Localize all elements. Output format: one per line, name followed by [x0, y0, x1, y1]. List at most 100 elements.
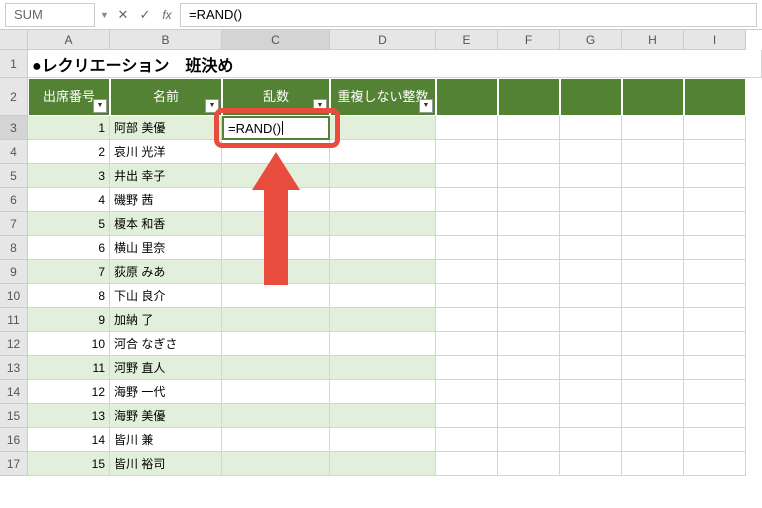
cell-num[interactable]: 7 — [28, 260, 110, 284]
cell[interactable] — [684, 78, 746, 116]
cell[interactable] — [560, 452, 622, 476]
cell[interactable] — [436, 332, 498, 356]
cell[interactable] — [498, 188, 560, 212]
cell[interactable] — [622, 116, 684, 140]
cell-num[interactable]: 14 — [28, 428, 110, 452]
cell[interactable] — [684, 332, 746, 356]
cell[interactable] — [498, 404, 560, 428]
cell[interactable] — [436, 140, 498, 164]
cell[interactable] — [622, 308, 684, 332]
cell[interactable] — [560, 428, 622, 452]
cell[interactable] — [222, 428, 330, 452]
cell[interactable] — [498, 140, 560, 164]
row-header-11[interactable]: 11 — [0, 308, 28, 332]
cell[interactable] — [560, 140, 622, 164]
cell[interactable] — [684, 260, 746, 284]
cell-num[interactable]: 2 — [28, 140, 110, 164]
cell[interactable] — [684, 428, 746, 452]
cell[interactable] — [436, 452, 498, 476]
select-all-corner[interactable] — [0, 30, 28, 50]
cell[interactable] — [498, 356, 560, 380]
cell[interactable] — [222, 380, 330, 404]
cell[interactable] — [622, 332, 684, 356]
cell[interactable] — [560, 164, 622, 188]
cell[interactable] — [684, 140, 746, 164]
col-header-i[interactable]: I — [684, 30, 746, 50]
cell[interactable] — [498, 260, 560, 284]
cell-name[interactable]: 磯野 茜 — [110, 188, 222, 212]
cell[interactable] — [436, 164, 498, 188]
cell[interactable] — [684, 236, 746, 260]
header-c[interactable]: 乱数▼ — [222, 78, 330, 116]
cell-name[interactable]: 加納 了 — [110, 308, 222, 332]
cell-num[interactable]: 12 — [28, 380, 110, 404]
cell-num[interactable]: 4 — [28, 188, 110, 212]
cell-name[interactable]: 皆川 裕司 — [110, 452, 222, 476]
cell[interactable] — [622, 140, 684, 164]
cell[interactable] — [560, 260, 622, 284]
cell[interactable] — [436, 212, 498, 236]
fx-button[interactable]: fx — [156, 3, 178, 27]
cell[interactable] — [330, 284, 436, 308]
cell[interactable] — [560, 332, 622, 356]
col-header-a[interactable]: A — [28, 30, 110, 50]
cell[interactable] — [330, 404, 436, 428]
cell-name[interactable]: 荻原 みあ — [110, 260, 222, 284]
cell[interactable] — [684, 404, 746, 428]
cell-num[interactable]: 11 — [28, 356, 110, 380]
cell[interactable] — [436, 260, 498, 284]
cell[interactable] — [330, 236, 436, 260]
cell[interactable] — [684, 284, 746, 308]
cell[interactable] — [622, 356, 684, 380]
cell[interactable] — [560, 188, 622, 212]
cell[interactable] — [498, 428, 560, 452]
name-box-dropdown-icon[interactable]: ▼ — [100, 10, 112, 20]
cell-num[interactable]: 5 — [28, 212, 110, 236]
cell[interactable] — [684, 188, 746, 212]
cell[interactable] — [498, 78, 560, 116]
cell[interactable] — [622, 404, 684, 428]
cell[interactable] — [222, 188, 330, 212]
col-header-d[interactable]: D — [330, 30, 436, 50]
row-header-14[interactable]: 14 — [0, 380, 28, 404]
cell[interactable] — [330, 260, 436, 284]
cell[interactable] — [436, 236, 498, 260]
row-header-6[interactable]: 6 — [0, 188, 28, 212]
cell[interactable] — [560, 356, 622, 380]
cell[interactable] — [222, 332, 330, 356]
cell[interactable] — [560, 236, 622, 260]
cell-num[interactable]: 9 — [28, 308, 110, 332]
cell-name[interactable]: 哀川 光洋 — [110, 140, 222, 164]
cell-num[interactable]: 15 — [28, 452, 110, 476]
cell[interactable] — [684, 164, 746, 188]
cancel-formula-button[interactable]: ✕ — [112, 3, 134, 27]
cell[interactable] — [330, 428, 436, 452]
cell[interactable] — [222, 236, 330, 260]
cell[interactable] — [560, 284, 622, 308]
name-box[interactable]: SUM — [5, 3, 95, 27]
row-header-4[interactable]: 4 — [0, 140, 28, 164]
cell[interactable] — [222, 260, 330, 284]
cell[interactable] — [560, 404, 622, 428]
cell[interactable] — [684, 452, 746, 476]
cell-num[interactable]: 10 — [28, 332, 110, 356]
cell[interactable] — [330, 116, 436, 140]
cell[interactable] — [560, 380, 622, 404]
cell[interactable] — [684, 212, 746, 236]
cell[interactable] — [622, 428, 684, 452]
cell[interactable] — [436, 356, 498, 380]
cell[interactable] — [498, 212, 560, 236]
cell[interactable] — [560, 78, 622, 116]
cell[interactable] — [436, 380, 498, 404]
formula-input[interactable]: =RAND() — [180, 3, 757, 27]
cell[interactable] — [622, 452, 684, 476]
cell[interactable] — [222, 308, 330, 332]
cell[interactable] — [330, 356, 436, 380]
cell-name[interactable]: 井出 幸子 — [110, 164, 222, 188]
cell-name[interactable]: 阿部 美優 — [110, 116, 222, 140]
row-header-17[interactable]: 17 — [0, 452, 28, 476]
cell[interactable] — [436, 116, 498, 140]
cell[interactable] — [498, 284, 560, 308]
cell-num[interactable]: 6 — [28, 236, 110, 260]
row-header-16[interactable]: 16 — [0, 428, 28, 452]
